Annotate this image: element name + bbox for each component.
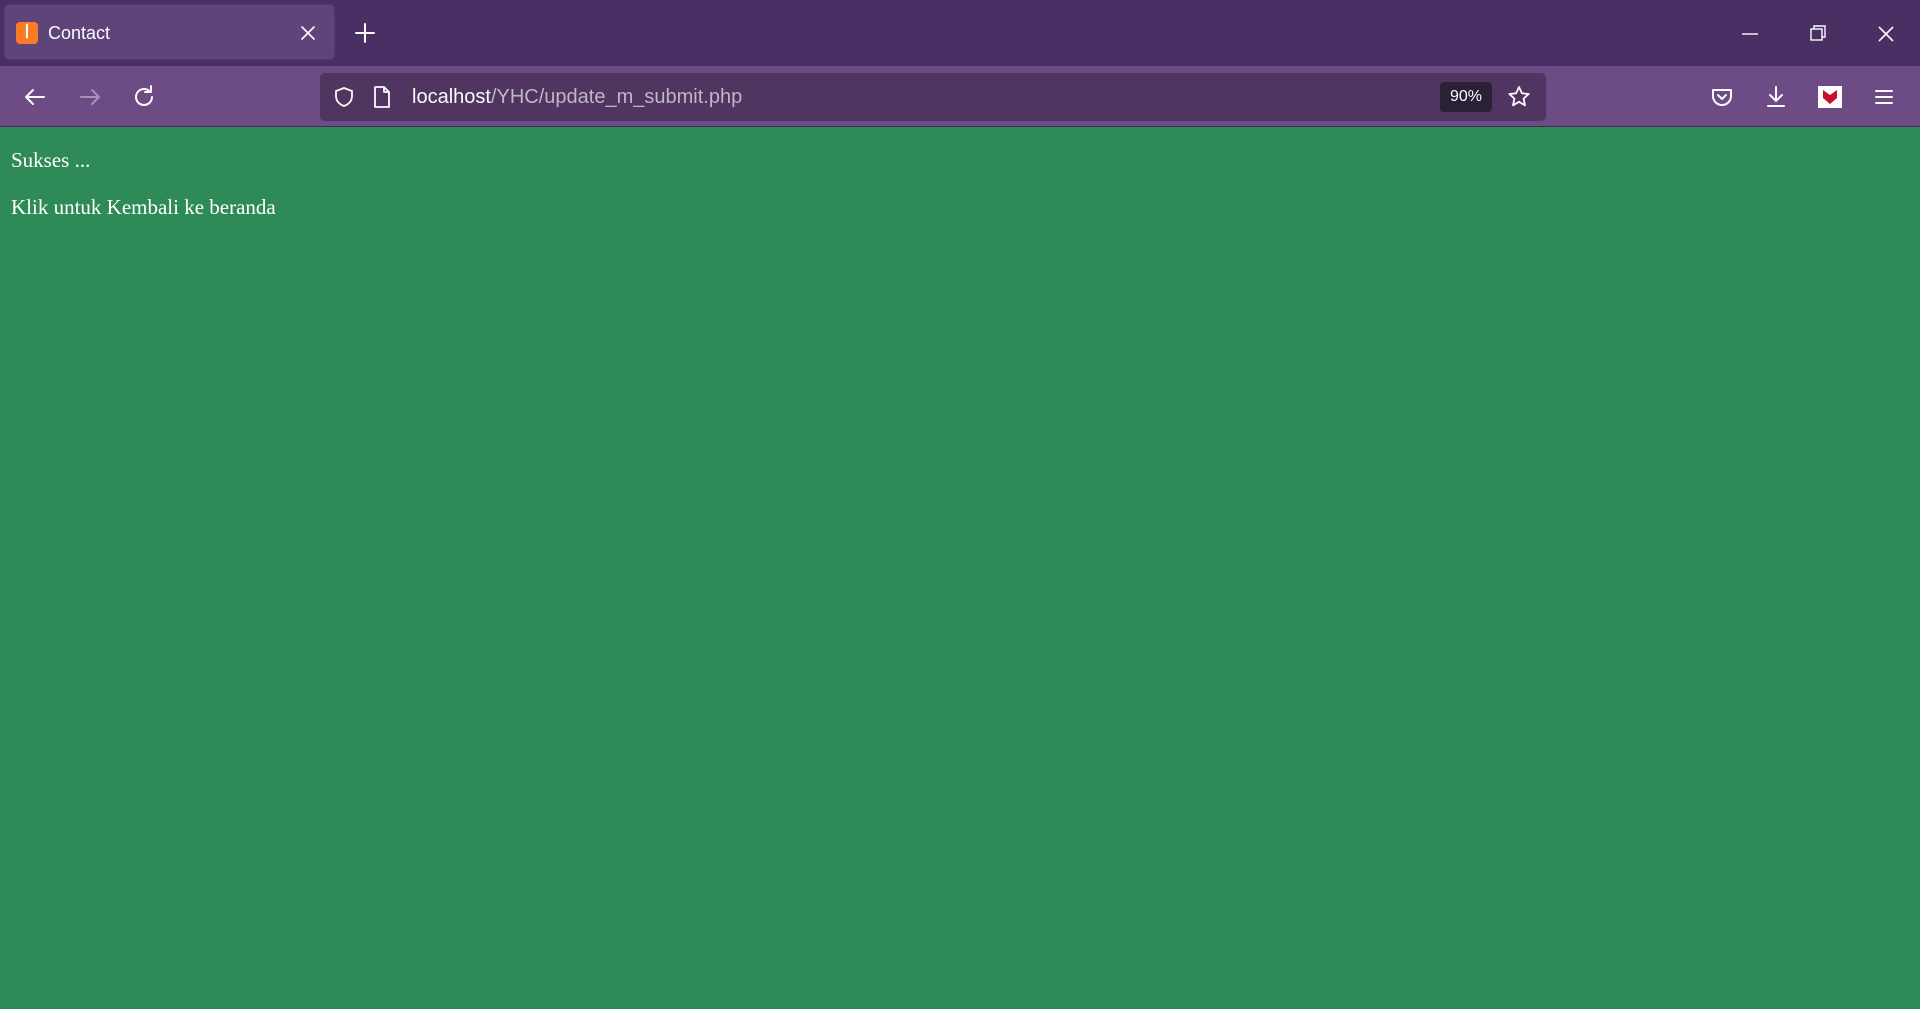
bookmark-star-icon[interactable]: [1506, 84, 1532, 110]
url-text[interactable]: localhost/YHC/update_m_submit.php: [412, 73, 742, 121]
page-content: Sukses ... Klik untuk Kembali ke beranda: [0, 128, 1920, 1009]
tab-close-icon[interactable]: [297, 22, 319, 44]
arrow-right-icon[interactable]: [72, 79, 108, 115]
back-to-home-link[interactable]: Klik untuk Kembali ke beranda: [11, 195, 276, 220]
url-host: localhost: [412, 86, 491, 108]
download-icon[interactable]: [1758, 79, 1794, 115]
shield-icon[interactable]: [332, 85, 356, 109]
tab-title: Contact: [48, 23, 111, 43]
address-bar[interactable]: localhost/YHC/update_m_submit.php 90%: [320, 73, 1546, 121]
page-icon[interactable]: [372, 85, 392, 109]
url-path: /YHC/update_m_submit.php: [490, 86, 743, 108]
minimize-icon[interactable]: [1730, 14, 1770, 54]
menu-icon[interactable]: [1866, 79, 1902, 115]
close-icon[interactable]: [1866, 14, 1906, 54]
zoom-level-button[interactable]: 90%: [1440, 82, 1492, 112]
new-tab-plus-icon[interactable]: [350, 18, 380, 48]
xampp-favicon-icon: ꟾ: [16, 22, 38, 44]
extension-icon[interactable]: [1812, 79, 1848, 115]
tab-strip: ꟾ Contact: [0, 0, 1920, 66]
pocket-icon[interactable]: [1704, 79, 1740, 115]
success-message: Sukses ...: [11, 148, 91, 172]
navigation-toolbar: localhost/YHC/update_m_submit.php 90%: [0, 66, 1920, 127]
tab-contact[interactable]: ꟾ Contact: [5, 5, 334, 59]
arrow-left-icon[interactable]: [17, 79, 53, 115]
restore-icon[interactable]: [1798, 14, 1838, 54]
reload-icon[interactable]: [126, 79, 162, 115]
